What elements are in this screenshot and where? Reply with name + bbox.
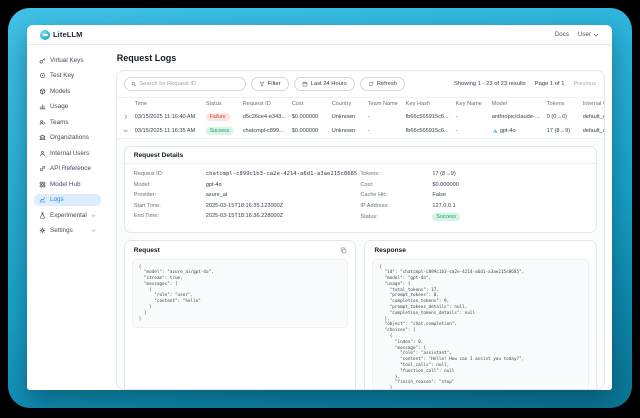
request-json: { "model": "azure_ai/gpt-4o", "stream": … [132,259,349,329]
sidebar-item-internal-users[interactable]: Internal Users [34,147,101,160]
logs-card: Filter Last 24 Hours Refresh Showing 1 -… [116,70,605,390]
chevron-down-icon [91,228,96,233]
sidebar-item-api-reference[interactable]: API Reference [34,163,101,176]
filter-button[interactable]: Filter [251,77,289,91]
chevron-down-icon [123,128,129,134]
chevron-down-icon [91,213,96,218]
calendar-icon [302,81,308,87]
bank-icon [39,134,46,141]
flask-icon [39,212,46,219]
sidebar-item-model-hub[interactable]: Model Hub [34,178,101,191]
response-json: { "id": "chatcmpl-c899c1b3-ca2e-4214-a6d… [372,259,589,390]
grid-icon [39,181,46,188]
main-content: Request Logs Filter [107,45,612,390]
funnel-icon [259,81,265,87]
target-icon [39,72,46,79]
azure-provider-icon [492,128,498,134]
ip-address-value: 127.0.0.1 [432,203,455,209]
refresh-icon [368,81,374,87]
request-details-title: Request Details [125,147,596,164]
brand[interactable]: LiteLLM [40,30,82,40]
sidebar-item-experimental[interactable]: Experimental [34,209,101,222]
team-icon [39,119,46,126]
sidebar-item-teams[interactable]: Teams [34,116,101,129]
table-header-row: Time Status Request ID Cost Country Team… [117,97,604,110]
sidebar-item-test-key[interactable]: Test Key [34,70,101,83]
copy-icon [340,247,347,254]
gear-icon [39,227,46,234]
start-time-value: 2025-03-15T18:16:35.123000Z [206,203,283,209]
request-id-value: chatcmpl-c899c1b3-ca2e-4214-a6d1-a3ae215… [206,171,358,177]
search-icon [131,81,137,87]
search-input[interactable] [139,81,238,87]
page-title: Request Logs [117,53,605,63]
cube-icon [39,88,46,95]
logs-table: Time Status Request ID Cost Country Team… [117,97,604,138]
user-menu[interactable]: User [578,31,599,38]
sidebar-item-settings[interactable]: Settings [34,225,101,238]
provider-value: azure_ai [206,192,227,198]
sidebar-item-organizations[interactable]: Organizations [34,132,101,145]
expand-row-button[interactable] [121,114,135,120]
chevron-right-icon [123,114,129,120]
table-row-expanded[interactable]: 03/15/2025 11:16:35 AM Success chatcmpl-… [117,124,604,138]
time-range-button[interactable]: Last 24 Hours [294,77,355,91]
tokens-value: 17 (8→9) [432,171,455,177]
collapse-row-button[interactable] [121,128,135,134]
app-window: LiteLLM Docs User Virtual Keys Test Ke [27,25,612,390]
user-menu-label: User [578,31,591,38]
docs-link[interactable]: Docs [555,31,569,38]
model-value: gpt-4o [206,182,222,188]
request-panel: Request { "model": "azure_ai/gpt-4o", "s… [124,240,357,390]
chevron-down-icon [593,32,599,38]
previous-page-button[interactable]: Previous [573,81,596,87]
request-panel-title: Request [134,247,160,254]
key-icon [39,57,46,64]
results-count: Showing 1 - 23 of 23 results [454,81,526,87]
end-time-value: 2025-03-15T18:16:36.228000Z [206,213,283,219]
sidebar-item-logs[interactable]: Logs [34,194,101,207]
status-badge: Failure [206,113,230,121]
expanded-row-panel: Request Details Request ID:chatcmpl-c899… [117,138,604,389]
refresh-button[interactable]: Refresh [360,77,405,91]
response-panel-title: Response [374,247,406,254]
table-row[interactable]: 03/15/2025 11:16:40 AM Failure d5c26ce4-… [117,110,604,124]
cost-value: $0.000000 [432,182,458,188]
link-icon [39,165,46,172]
logs-toolbar: Filter Last 24 Hours Refresh Showing 1 -… [117,71,604,97]
bar-chart-icon [39,103,46,110]
sidebar-item-virtual-keys[interactable]: Virtual Keys [34,54,101,67]
sidebar-item-models[interactable]: Models [34,85,101,98]
line-chart-icon [39,196,46,203]
user-icon [39,150,46,157]
sidebar-item-usage[interactable]: Usage [34,101,101,114]
search-box[interactable] [124,77,246,91]
top-navbar: LiteLLM Docs User [27,25,612,45]
page-indicator: Page 1 of 1 [535,81,565,87]
copy-button[interactable] [340,247,347,254]
mockup-stage: LiteLLM Docs User Virtual Keys Test Ke [0,0,640,418]
status-badge: Success [206,127,234,135]
response-panel: Response { "id": "chatcmpl-c899c1b3-ca2e… [364,240,597,390]
sidebar: Virtual Keys Test Key Models Usage Teams [27,45,107,390]
brand-name: LiteLLM [53,30,82,39]
cache-hit-value: False [432,192,446,198]
litellm-logo-icon [40,30,50,40]
status-badge: Success [432,213,460,221]
request-details-card: Request Details Request ID:chatcmpl-c899… [124,146,597,233]
